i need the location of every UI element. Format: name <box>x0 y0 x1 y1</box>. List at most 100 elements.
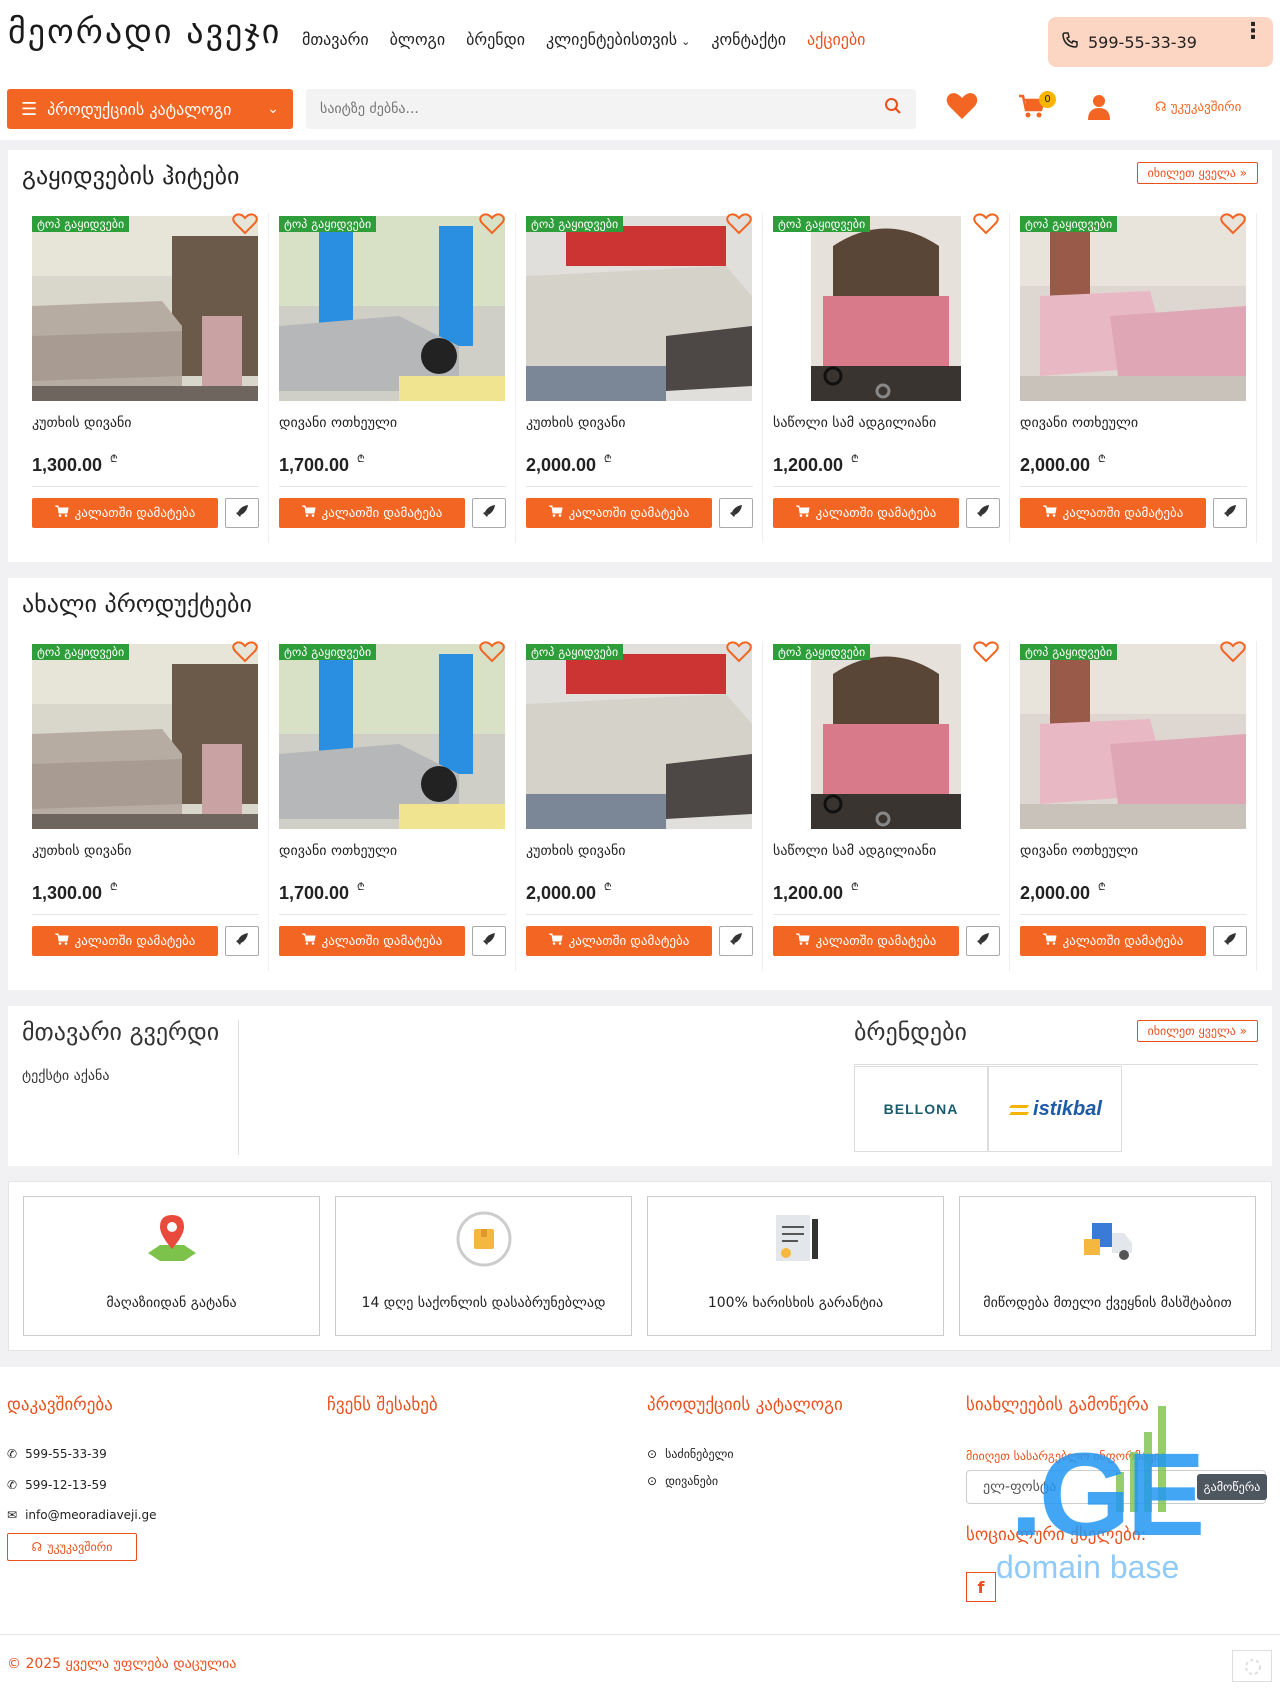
phone-box[interactable]: 599-55-33-39 ⋮ <box>1048 17 1273 67</box>
heart-icon[interactable] <box>232 641 258 669</box>
quick-buy-button[interactable] <box>719 926 753 956</box>
product-image[interactable] <box>32 216 258 401</box>
quick-buy-button[interactable] <box>966 498 1000 528</box>
product-card[interactable]: ტოპ გაყიდვები დივანი ოთხეული 2,000.00 ₾ კალა… <box>1010 213 1257 543</box>
nav-brand[interactable]: ბრენდი <box>466 30 525 49</box>
product-image[interactable] <box>32 644 258 829</box>
facebook-icon[interactable]: f <box>966 1572 996 1602</box>
catalog-button[interactable]: ☰ პროდუქციის კატალოგი ⌄ <box>7 89 293 129</box>
currency-symbol: ₾ <box>357 882 365 893</box>
add-to-cart-button[interactable]: კალათში დამატება <box>32 926 218 956</box>
heart-icon[interactable] <box>1220 641 1246 669</box>
callback-link[interactable]: ☊ უკუკავშირი <box>1155 100 1241 115</box>
product-image[interactable] <box>279 644 505 829</box>
footer-about-title[interactable]: ჩვენს შესახებ <box>327 1395 438 1415</box>
product-name[interactable]: კუთხის დივანი <box>526 843 626 859</box>
heart-icon[interactable] <box>726 641 752 669</box>
product-price: 1,300.00 <box>32 455 103 475</box>
currency-symbol: ₾ <box>604 454 612 465</box>
footer-catalog-item[interactable]: ⊙ საძინებელი <box>647 1447 734 1461</box>
product-price: 2,000.00 <box>526 455 597 475</box>
product-card[interactable]: ტოპ გაყიდვები საწოლი სამ ადგილიანი 1,200.0… <box>763 641 1010 971</box>
nav-promotions[interactable]: აქციები <box>807 30 865 49</box>
product-image[interactable] <box>773 216 999 401</box>
product-name[interactable]: საწოლი სამ ადგილიანი <box>773 415 936 431</box>
heart-icon[interactable] <box>973 641 999 669</box>
circle-bullet-icon: ⊙ <box>647 1447 658 1461</box>
brands-title: ბრენდები <box>854 1018 967 1046</box>
product-card[interactable]: ტოპ გაყიდვები კუთხის დივანი 2,000.00 ₾ კალათ… <box>516 213 763 543</box>
quick-buy-button[interactable] <box>225 926 259 956</box>
quick-buy-button[interactable] <box>472 926 506 956</box>
product-card[interactable]: ტოპ გაყიდვები დივანი ოთხეული 1,700.00 ₾ კალა… <box>269 213 516 543</box>
product-name[interactable]: საწოლი სამ ადგილიანი <box>773 843 936 859</box>
brand-bellona[interactable]: BELLONA <box>854 1066 988 1152</box>
more-vertical-icon[interactable]: ⋮ <box>1242 21 1264 43</box>
quick-buy-button[interactable] <box>719 498 753 528</box>
add-to-cart-button[interactable]: კალათში დამატება <box>1020 498 1206 528</box>
search-icon[interactable] <box>884 97 902 120</box>
footer-phone-1[interactable]: ✆ 599-55-33-39 <box>7 1447 107 1461</box>
nav-contact[interactable]: კონტაქტი <box>711 30 786 49</box>
add-to-cart-button[interactable]: კალათში დამატება <box>526 926 712 956</box>
product-card[interactable]: ტოპ გაყიდვები კუთხის დივანი 2,000.00 ₾ კალათ… <box>516 641 763 971</box>
quick-buy-button[interactable] <box>472 498 506 528</box>
product-name[interactable]: დივანი ოთხეული <box>279 843 397 859</box>
product-name[interactable]: დივანი ოთხეული <box>1020 415 1138 431</box>
subscribe-button[interactable]: გამოწერა <box>1197 1474 1267 1500</box>
product-card[interactable]: ტოპ გაყიდვები დივანი ოთხეული 2,000.00 ₾ კალა… <box>1010 641 1257 971</box>
product-image[interactable] <box>526 216 752 401</box>
menu-icon: ☰ <box>21 98 38 120</box>
product-card[interactable]: ტოპ გაყიდვები კუთხის დივანი 1,300.00 ₾ კალათ… <box>22 213 269 543</box>
add-to-cart-button[interactable]: კალათში დამატება <box>773 498 959 528</box>
nav-blog[interactable]: ბლოგი <box>390 30 445 49</box>
product-name[interactable]: დივანი ოთხეული <box>1020 843 1138 859</box>
product-card[interactable]: ტოპ გაყიდვები დივანი ოთხეული 1,700.00 ₾ კალა… <box>269 641 516 971</box>
heart-icon[interactable] <box>232 213 258 241</box>
add-to-cart-button[interactable]: კალათში დამატება <box>279 926 465 956</box>
product-name[interactable]: კუთხის დივანი <box>526 415 626 431</box>
product-image[interactable] <box>526 644 752 829</box>
add-to-cart-button[interactable]: კალათში დამატება <box>773 926 959 956</box>
quick-buy-button[interactable] <box>1213 926 1247 956</box>
heart-icon[interactable] <box>479 213 505 241</box>
heart-icon[interactable] <box>946 92 978 128</box>
quick-buy-button[interactable] <box>225 498 259 528</box>
add-to-cart-button[interactable]: კალათში დამატება <box>526 498 712 528</box>
brand-istikbal[interactable]: istikbal <box>988 1066 1122 1152</box>
heart-icon[interactable] <box>973 213 999 241</box>
nav-clients[interactable]: კლიენტებისთვის ⌄ <box>546 30 690 49</box>
scroll-top-button[interactable] <box>1232 1650 1272 1682</box>
add-to-cart-button[interactable]: კალათში დამატება <box>32 498 218 528</box>
product-image[interactable] <box>279 216 505 401</box>
heart-icon[interactable] <box>726 213 752 241</box>
product-name[interactable]: კუთხის დივანი <box>32 843 132 859</box>
top-sale-badge: ტოპ გაყიდვები <box>526 644 624 660</box>
search-input[interactable] <box>306 89 826 129</box>
footer-email[interactable]: ✉ info@meoradiaveji.ge <box>7 1508 157 1522</box>
quick-buy-button[interactable] <box>966 926 1000 956</box>
nav-home[interactable]: მთავარი <box>302 30 369 49</box>
product-image[interactable] <box>1020 644 1246 829</box>
site-logo[interactable]: მეორადი ავეჯი <box>8 12 281 52</box>
divider <box>773 486 1000 487</box>
quick-buy-button[interactable] <box>1213 498 1247 528</box>
product-image[interactable] <box>1020 216 1246 401</box>
footer-phone-2[interactable]: ✆ 599-12-13-59 <box>7 1478 107 1492</box>
product-card[interactable]: ტოპ გაყიდვები კუთხის დივანი 1,300.00 ₾ კალათ… <box>22 641 269 971</box>
product-name[interactable]: დივანი ოთხეული <box>279 415 397 431</box>
brands-see-all-button[interactable]: იხილეთ ყველა » <box>1136 1020 1258 1042</box>
see-all-button[interactable]: იხილეთ ყველა » <box>1136 162 1258 184</box>
product-image[interactable] <box>773 644 999 829</box>
footer-catalog-item[interactable]: ⊙ დივანები <box>647 1474 718 1488</box>
footer-callback-button[interactable]: ☊ უკუკავშირი <box>7 1533 137 1561</box>
watermark-ge: .GE <box>1010 1429 1205 1561</box>
heart-icon[interactable] <box>479 641 505 669</box>
add-to-cart-button[interactable]: კალათში დამატება <box>1020 926 1206 956</box>
add-to-cart-button[interactable]: კალათში დამატება <box>279 498 465 528</box>
product-name[interactable]: კუთხის დივანი <box>32 415 132 431</box>
heart-icon[interactable] <box>1220 213 1246 241</box>
product-card[interactable]: ტოპ გაყიდვები საწოლი სამ ადგილიანი 1,200.0… <box>763 213 1010 543</box>
divider <box>526 486 753 487</box>
user-icon[interactable] <box>1087 93 1111 128</box>
